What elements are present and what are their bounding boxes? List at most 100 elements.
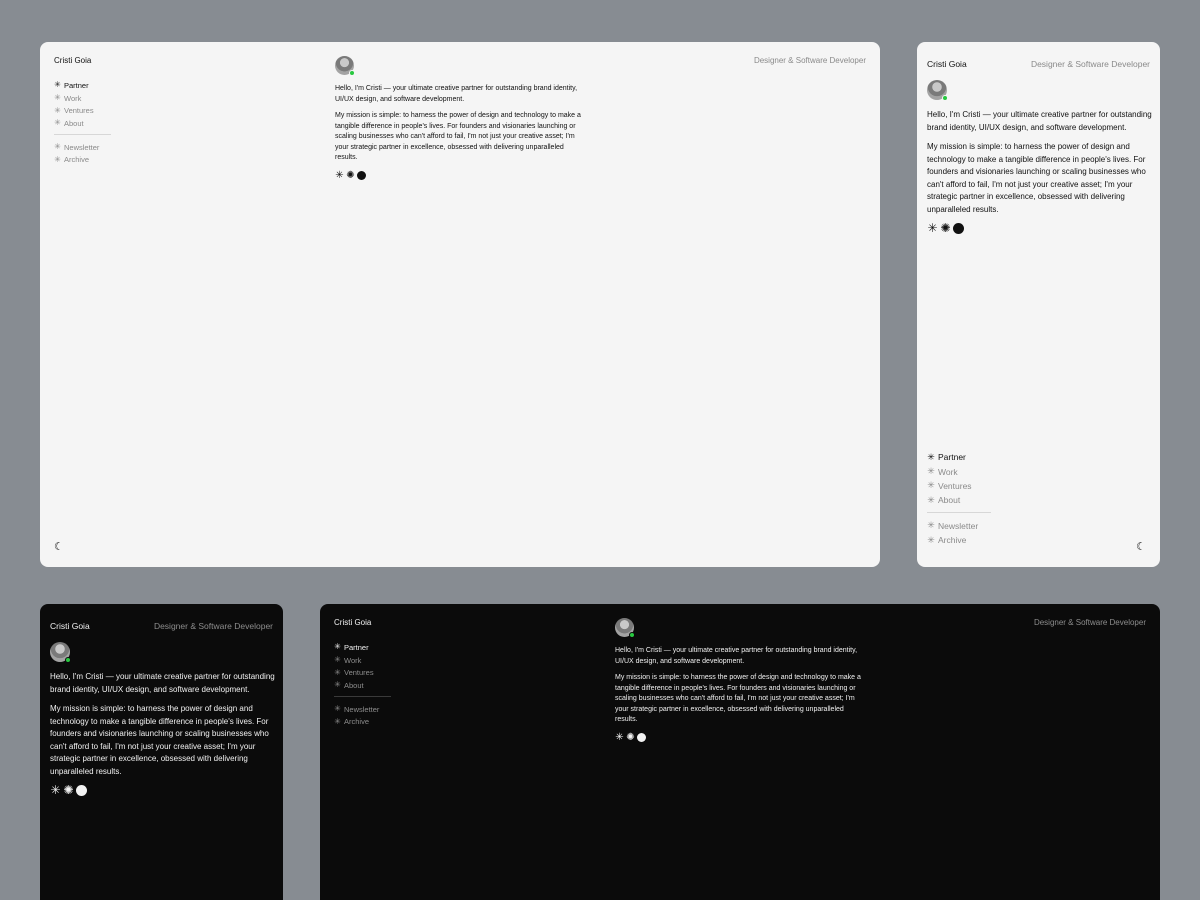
site-name[interactable]: Cristi Goia — [54, 56, 91, 65]
asterisk-icon: ✳ — [927, 494, 935, 505]
nav-item-work[interactable]: ✳ Work — [334, 654, 391, 667]
dot-icon[interactable] — [357, 170, 366, 180]
nav-item-work[interactable]: ✳ Work — [54, 92, 111, 105]
site-name[interactable]: Cristi Goia — [50, 621, 90, 631]
sidebar-nav: ✳ Partner ✳ Work ✳ Ventures ✳ About ✳ Newslet… — [54, 79, 111, 166]
asterisk-icon: ✳ — [54, 118, 61, 128]
nav-item-archive[interactable]: ✳ Archive — [334, 715, 391, 728]
desktop-dark-preview: Cristi Goia Designer & Software Develope… — [320, 604, 1160, 900]
dot-icon[interactable] — [953, 223, 964, 234]
main-content: Hello, I'm Cristi — your ultimate creati… — [50, 642, 275, 796]
nav-divider — [927, 511, 991, 513]
asterisk-icon: ✳ — [927, 466, 935, 477]
nav-label: Archive — [344, 717, 370, 727]
mission-text: My mission is simple: to harness the pow… — [335, 112, 581, 161]
sidebar-nav: ✳ Partner ✳ Work ✳ Ventures ✳ About ✳ Newslet… — [927, 450, 991, 547]
avatar — [927, 80, 948, 101]
asterisk-icon: ✳ — [927, 534, 935, 545]
nav-item-newsletter[interactable]: ✳ Newsletter — [334, 703, 391, 716]
dot-icon[interactable] — [637, 732, 646, 742]
nav-label: Ventures — [938, 480, 972, 491]
nav-item-archive[interactable]: ✳ Archive — [54, 153, 111, 166]
nav-label: Archive — [938, 535, 967, 546]
sidebar-nav: ✳ Partner ✳ Work ✳ Ventures ✳ About ✳ Newslet… — [334, 641, 391, 728]
intro-text: Hello, I'm Cristi — your ultimate creati… — [335, 85, 578, 103]
nav-item-work[interactable]: ✳ Work — [927, 464, 991, 478]
starburst-icon[interactable]: ✺ — [346, 170, 355, 180]
asterisk-icon[interactable]: ✳ — [335, 170, 344, 180]
tagline: Designer & Software Developer — [753, 56, 866, 65]
asterisk-icon: ✳ — [54, 142, 61, 152]
asterisk-icon: ✳ — [334, 680, 341, 690]
dot-icon[interactable] — [76, 785, 87, 796]
nav-label: Newsletter — [344, 704, 380, 714]
nav-label: Partner — [938, 452, 966, 463]
main-content: Hello, I'm Cristi — your ultimate creati… — [927, 80, 1152, 234]
asterisk-icon: ✳ — [927, 520, 935, 531]
nav-item-archive[interactable]: ✳ Archive — [927, 533, 991, 547]
mobile-light-preview: Cristi Goia Designer & Software Develope… — [917, 42, 1160, 567]
nav-label: Partner — [344, 642, 369, 652]
tagline: Designer & Software Developer — [1033, 618, 1146, 627]
icon-row: ✳ ✺ — [50, 784, 275, 796]
nav-label: Work — [344, 655, 362, 665]
avatar — [50, 642, 71, 663]
nav-label: Newsletter — [938, 520, 979, 531]
asterisk-icon: ✳ — [334, 642, 341, 652]
nav-divider — [54, 133, 111, 135]
intro-text: Hello, I'm Cristi — your ultimate creati… — [50, 672, 275, 694]
nav-label: About — [64, 118, 84, 128]
nav-label: Work — [64, 93, 82, 103]
nav-label: Ventures — [64, 106, 94, 116]
asterisk-icon: ✳ — [334, 704, 341, 714]
avatar — [615, 618, 635, 638]
moon-icon[interactable]: ☾ — [54, 542, 64, 553]
moon-icon[interactable]: ☾ — [1136, 542, 1146, 553]
online-status-dot — [349, 70, 355, 76]
asterisk-icon: ✳ — [927, 480, 935, 491]
avatar — [335, 56, 355, 76]
asterisk-icon[interactable]: ✳ — [50, 784, 61, 796]
intro-text: Hello, I'm Cristi — your ultimate creati… — [927, 110, 1152, 132]
nav-item-about[interactable]: ✳ About — [927, 493, 991, 507]
nav-item-partner[interactable]: ✳ Partner — [927, 450, 991, 464]
mission-text: My mission is simple: to harness the pow… — [927, 142, 1146, 214]
icon-row: ✳ ✺ — [927, 222, 1152, 234]
nav-label: Partner — [64, 80, 89, 90]
icon-row: ✳ ✺ — [335, 170, 585, 180]
nav-item-about[interactable]: ✳ About — [334, 679, 391, 692]
nav-item-ventures[interactable]: ✳ Ventures — [927, 479, 991, 493]
nav-item-partner[interactable]: ✳ Partner — [54, 79, 111, 92]
starburst-icon[interactable]: ✺ — [626, 732, 635, 742]
mobile-dark-preview: Cristi Goia Designer & Software Develope… — [40, 604, 283, 900]
nav-item-ventures[interactable]: ✳ Ventures — [334, 666, 391, 679]
site-name[interactable]: Cristi Goia — [927, 59, 967, 69]
nav-item-newsletter[interactable]: ✳ Newsletter — [54, 141, 111, 154]
nav-label: About — [938, 495, 961, 506]
nav-divider — [334, 695, 391, 697]
site-name[interactable]: Cristi Goia — [334, 618, 371, 627]
asterisk-icon: ✳ — [54, 154, 61, 164]
asterisk-icon: ✳ — [54, 93, 61, 103]
starburst-icon[interactable]: ✺ — [940, 222, 951, 234]
mission-text: My mission is simple: to harness the pow… — [50, 704, 269, 776]
tagline: Designer & Software Developer — [1030, 59, 1150, 69]
nav-item-ventures[interactable]: ✳ Ventures — [54, 104, 111, 117]
online-status-dot — [65, 657, 71, 663]
asterisk-icon[interactable]: ✳ — [615, 732, 624, 742]
nav-label: Newsletter — [64, 142, 100, 152]
asterisk-icon: ✳ — [334, 655, 341, 665]
asterisk-icon: ✳ — [927, 451, 935, 462]
desktop-light-preview: Cristi Goia Designer & Software Develope… — [40, 42, 880, 567]
starburst-icon[interactable]: ✺ — [63, 784, 74, 796]
mission-text: My mission is simple: to harness the pow… — [615, 674, 861, 723]
nav-item-about[interactable]: ✳ About — [54, 117, 111, 130]
main-content: Hello, I'm Cristi — your ultimate creati… — [335, 56, 585, 180]
nav-label: About — [344, 680, 364, 690]
main-content: Hello, I'm Cristi — your ultimate creati… — [615, 618, 865, 742]
nav-item-newsletter[interactable]: ✳ Newsletter — [927, 519, 991, 533]
intro-text: Hello, I'm Cristi — your ultimate creati… — [615, 647, 858, 665]
nav-label: Archive — [64, 155, 90, 165]
asterisk-icon[interactable]: ✳ — [927, 222, 938, 234]
nav-item-partner[interactable]: ✳ Partner — [334, 641, 391, 654]
